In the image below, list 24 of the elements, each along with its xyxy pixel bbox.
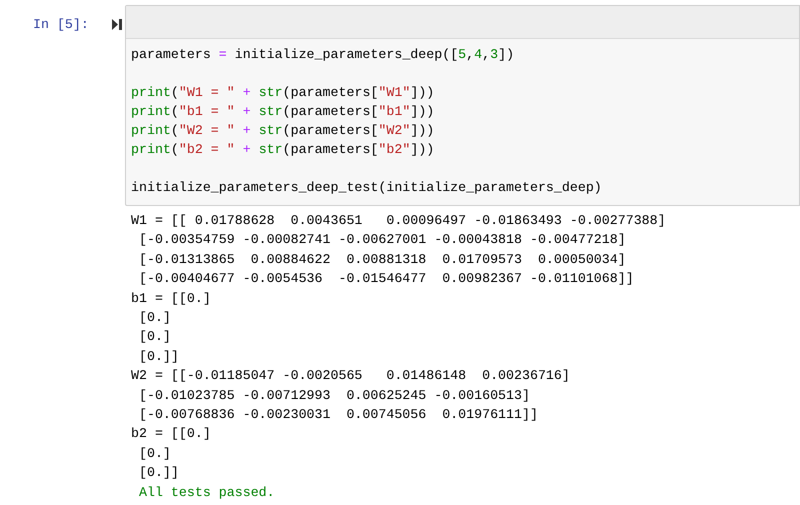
output-line: [-0.00354759 -0.00082741 -0.00627001 -0.00043818 -0.00477218] <box>138 231 627 250</box>
output-line: b2 = [[0.] <box>131 425 212 444</box>
code-line: parameters = initialize_parameters_deep([5,4,3]) <box>131 46 516 64</box>
output-line: [0.] <box>138 444 172 463</box>
output-line: [0.]] <box>138 348 180 366</box>
cell-prompt: In [5]: <box>33 16 89 34</box>
code-cell[interactable] <box>125 5 800 206</box>
output-line: b1 = [[0.] <box>131 290 212 308</box>
code-line: print("b1 = " + str(parameters["b1"])) <box>131 103 436 121</box>
output-line: [0.] <box>138 309 172 328</box>
output-line: [-0.01023785 -0.00712993 0.00625245 -0.00160513] <box>138 386 531 405</box>
run-icon[interactable] <box>112 19 122 30</box>
success-message: All tests passed. <box>138 484 276 502</box>
code-line: print("W1 = " + str(parameters["W1"])) <box>131 84 436 102</box>
code-line: print("W2 = " + str(parameters["W2"])) <box>131 122 436 140</box>
output-line: [-0.00768836 -0.00230031 0.00745056 0.01976111]] <box>138 406 539 424</box>
output-line: [0.]] <box>138 464 180 482</box>
output-line: W1 = [[ 0.01788628 0.0043651 0.00096497 -0.01863493 -0.00277388] <box>131 212 667 230</box>
code-line: initialize_parameters_deep_test(initialize_parameters_deep) <box>131 179 603 197</box>
output-line: [-0.01313865 0.00884622 0.00881318 0.01709573 0.00050034] <box>138 250 627 269</box>
output-line: [0.] <box>138 328 172 346</box>
code-line: print("b2 = " + str(parameters["b2"])) <box>131 141 436 159</box>
output-line: W2 = [[-0.01185047 -0.0020565 0.01486148 0.00236716] <box>131 367 571 386</box>
output-line: [-0.00404677 -0.0054536 -0.01546477 0.00982367 -0.01101068]] <box>138 270 635 288</box>
